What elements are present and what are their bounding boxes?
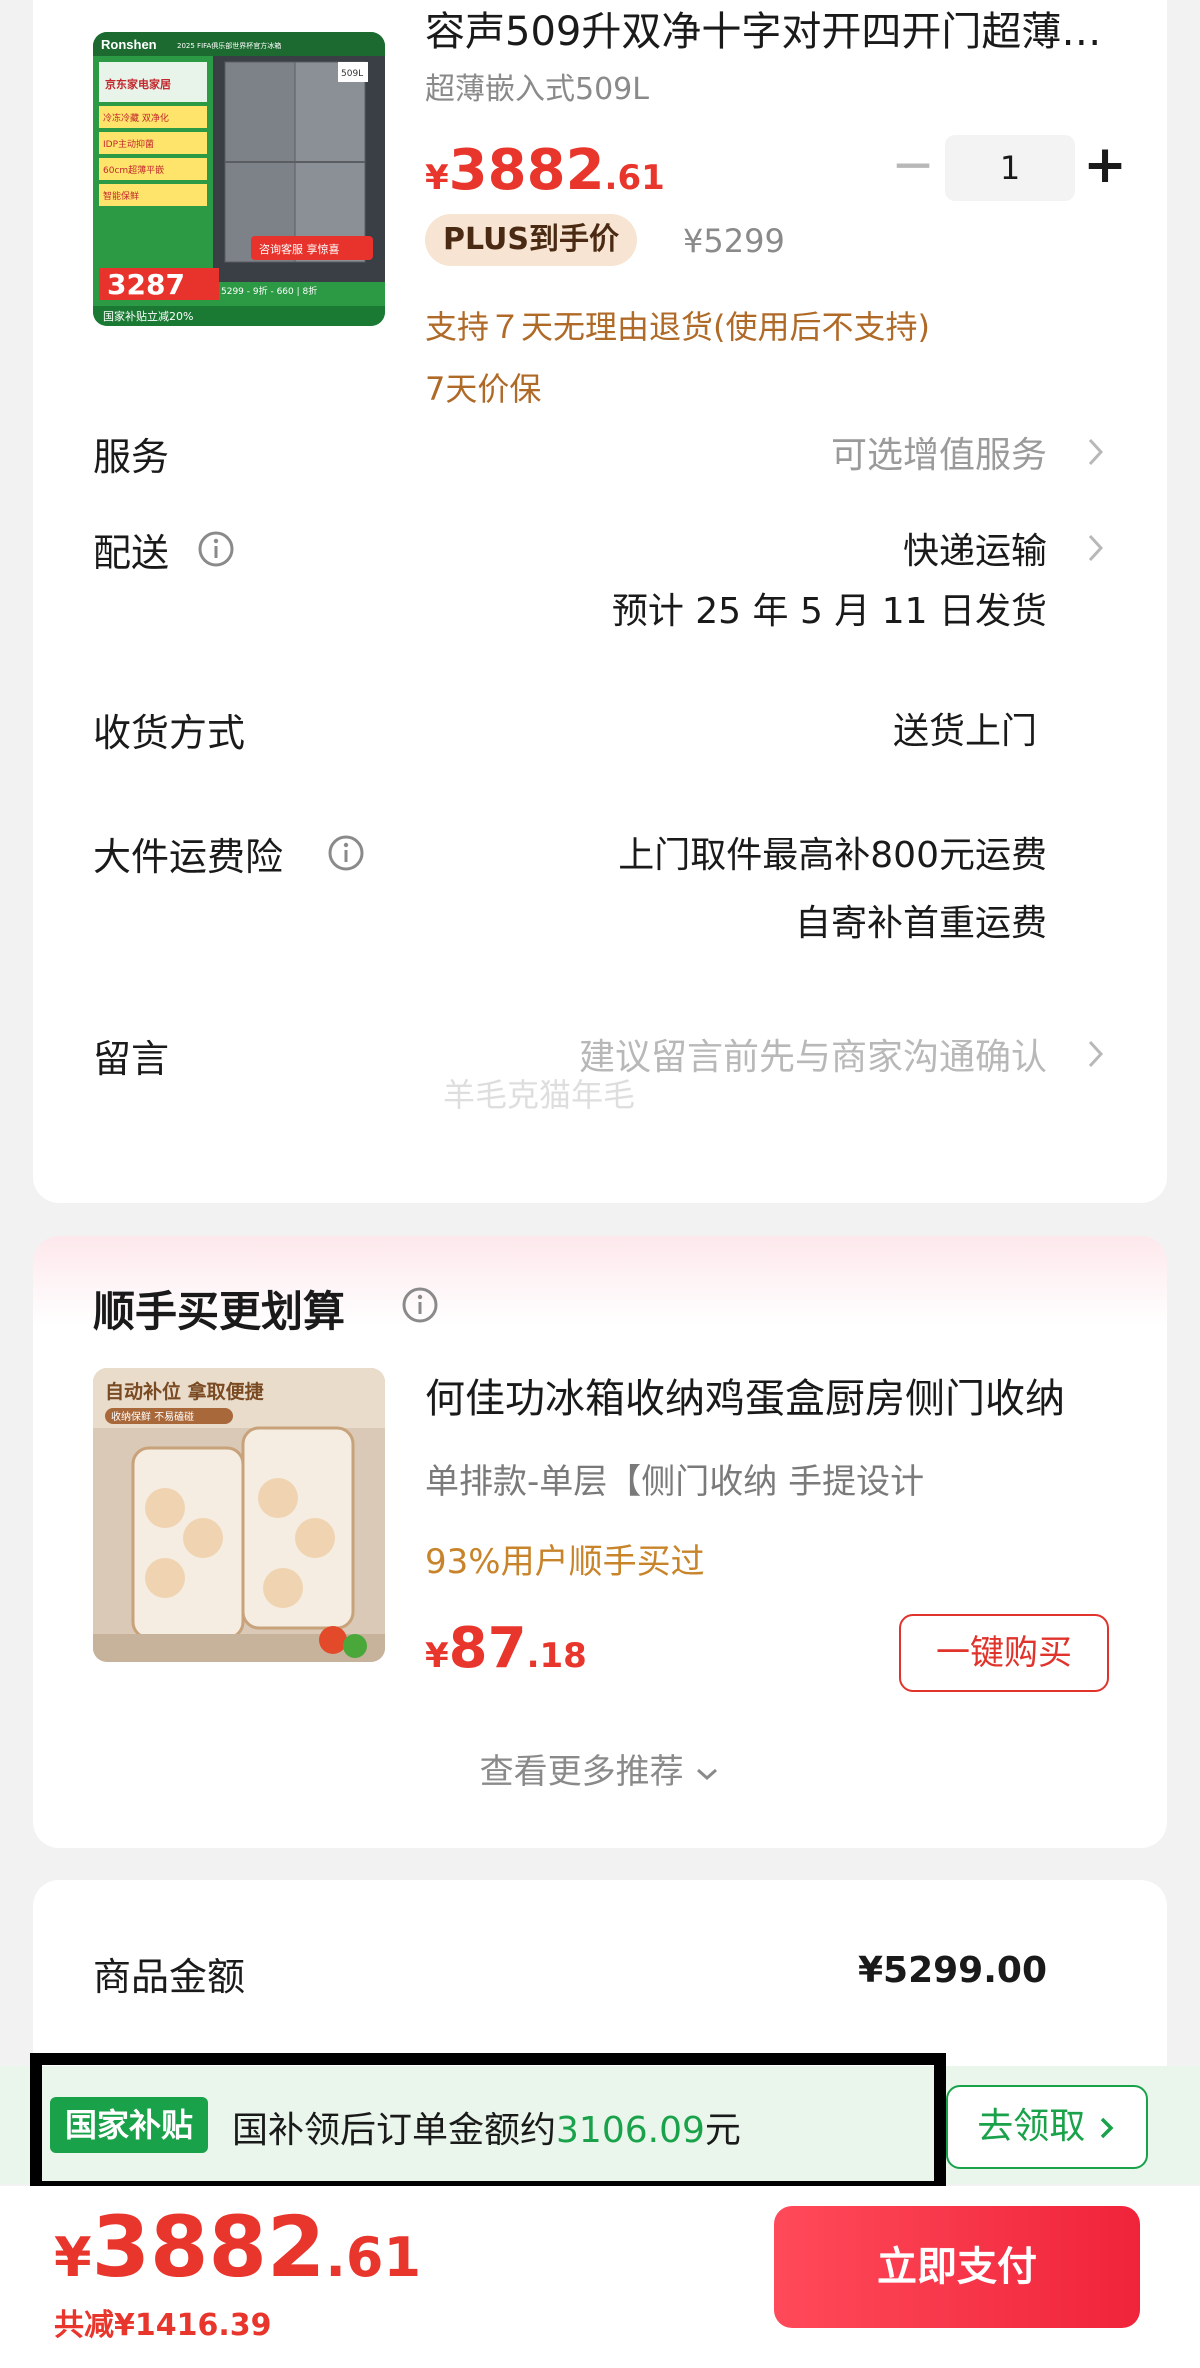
price-decimal: .61 — [325, 2226, 422, 2289]
thumb-subsidy: 国家补贴立减20% — [103, 309, 193, 323]
reco-thumb-sub: 收纳保鲜 不易磕碰 — [111, 1410, 194, 1423]
total-discount: 共减¥1416.39 — [54, 2308, 272, 2343]
quantity-stepper: − 1 + — [883, 135, 1135, 201]
insurance-line1: 上门取件最高补800元运费 — [618, 835, 1047, 876]
recommend-card: 顺手买更划算 自动补位 拿取便捷 收纳保鲜 不易磕碰 何佳功冰箱收纳鸡蛋盒厨房侧… — [33, 1236, 1167, 1848]
info-icon[interactable] — [401, 1286, 439, 1324]
claim-label: 去领取 — [977, 2106, 1086, 2147]
message-label: 留言 — [93, 1037, 170, 1081]
plus-button[interactable]: + — [1075, 135, 1135, 201]
service-label: 服务 — [93, 435, 170, 479]
minus-button[interactable]: − — [883, 135, 943, 201]
recommend-name[interactable]: 何佳功冰箱收纳鸡蛋盒厨房侧门收纳 — [425, 1366, 1115, 1424]
thumb-brand: Ronshen — [101, 37, 157, 52]
recommend-image[interactable]: 自动补位 拿取便捷 收纳保鲜 不易磕碰 — [93, 1368, 385, 1662]
more-recommend-label: 查看更多推荐 — [479, 1752, 684, 1792]
recommend-title: 顺手买更划算 — [93, 1287, 346, 1336]
original-price: ¥5299 — [683, 222, 785, 260]
thumb-promo: 咨询客服 享惊喜 — [259, 242, 340, 256]
return-policy: 支持７天无理由退货(使用后不支持) — [425, 308, 930, 346]
product-title[interactable]: 容声509升双净十字对开四开门超薄嵌入式509L — [425, 0, 1115, 64]
chevron-down-icon — [697, 1768, 718, 1780]
highlight-box — [30, 2053, 946, 2193]
price-protect: 7天价保 — [425, 370, 542, 408]
price-integer: 3882 — [448, 138, 605, 203]
thumb-capacity: 509L — [341, 69, 363, 79]
watermark: 羊毛克猫年毛 — [443, 1076, 636, 1114]
one-click-buy-button[interactable]: 一键购买 — [899, 1614, 1109, 1692]
delivery-value[interactable]: 快递运输 — [903, 522, 1047, 574]
chevron-right-icon[interactable] — [1085, 432, 1107, 472]
product-image[interactable]: Ronshen 2025 FIFA俱乐部世界杯官方冰箱 509L 京东家电家居 … — [93, 32, 385, 326]
chevron-right-icon[interactable] — [1085, 528, 1107, 568]
receive-label: 收货方式 — [93, 711, 246, 755]
price-integer: 87 — [448, 1616, 527, 1681]
thumb-feature-4: 智能保鲜 — [103, 190, 139, 202]
delivery-label: 配送 — [93, 531, 170, 575]
more-recommend-link[interactable]: 查看更多推荐 — [33, 1744, 1167, 1793]
price-currency: ¥ — [54, 2226, 92, 2289]
insurance-label: 大件运费险 — [93, 835, 284, 879]
pay-now-button[interactable]: 立即支付 — [774, 2206, 1140, 2328]
thumb-store: 京东家电家居 — [105, 77, 171, 91]
reco-thumb-headline: 自动补位 拿取便捷 — [105, 1380, 265, 1403]
info-icon[interactable] — [197, 530, 235, 568]
price-integer: 3882 — [91, 2198, 326, 2296]
delivery-eta: 预计 25 年 5 月 11 日发货 — [611, 591, 1047, 632]
thumb-feature-2: IDP主动抑菌 — [103, 138, 154, 150]
price-currency: ¥ — [425, 158, 449, 198]
thumb-price: 3287 — [107, 268, 185, 301]
service-value[interactable]: 可选增值服务 — [831, 426, 1047, 478]
receive-value: 送货上门 — [892, 711, 1037, 752]
chevron-right-icon — [1100, 2117, 1114, 2139]
claim-subsidy-button[interactable]: 去领取 — [946, 2085, 1148, 2169]
product-spec: 超薄嵌入式509L — [425, 72, 649, 107]
chevron-right-icon[interactable] — [1085, 1034, 1107, 1074]
goods-amount-value: ¥5299.00 — [857, 1950, 1047, 1991]
recommend-tip: 93%用户顺手买过 — [425, 1542, 705, 1582]
thumb-banner: 2025 FIFA俱乐部世界杯官方冰箱 — [177, 41, 281, 50]
message-input[interactable]: 建议留言前先与商家沟通确认 — [579, 1028, 1047, 1080]
insurance-line2: 自寄补首重运费 — [794, 903, 1047, 944]
thumb-feature-3: 60cm超薄平嵌 — [103, 164, 164, 176]
info-icon[interactable] — [327, 834, 365, 872]
total-price: ¥3882.61 — [54, 2198, 421, 2296]
plus-price-badge: PLUS到手价 — [425, 214, 638, 266]
order-card: Ronshen 2025 FIFA俱乐部世界杯官方冰箱 509L 京东家电家居 … — [33, 0, 1167, 1203]
price-currency: ¥ — [425, 1636, 449, 1676]
quantity-value[interactable]: 1 — [945, 135, 1075, 201]
thumb-strip: 5299 - 9折 - 660 | 8折 — [221, 285, 317, 297]
price-decimal: .61 — [604, 158, 665, 198]
goods-amount-label: 商品金额 — [93, 1955, 246, 1999]
price-decimal: .18 — [526, 1636, 587, 1676]
recommend-spec: 单排款-单层【侧门收纳 手提设计 — [425, 1462, 925, 1502]
thumb-feature-1: 冷冻冷藏 双净化 — [103, 112, 169, 124]
product-price: ¥3882.61 — [425, 138, 665, 203]
recommend-price: ¥87.18 — [425, 1616, 587, 1681]
